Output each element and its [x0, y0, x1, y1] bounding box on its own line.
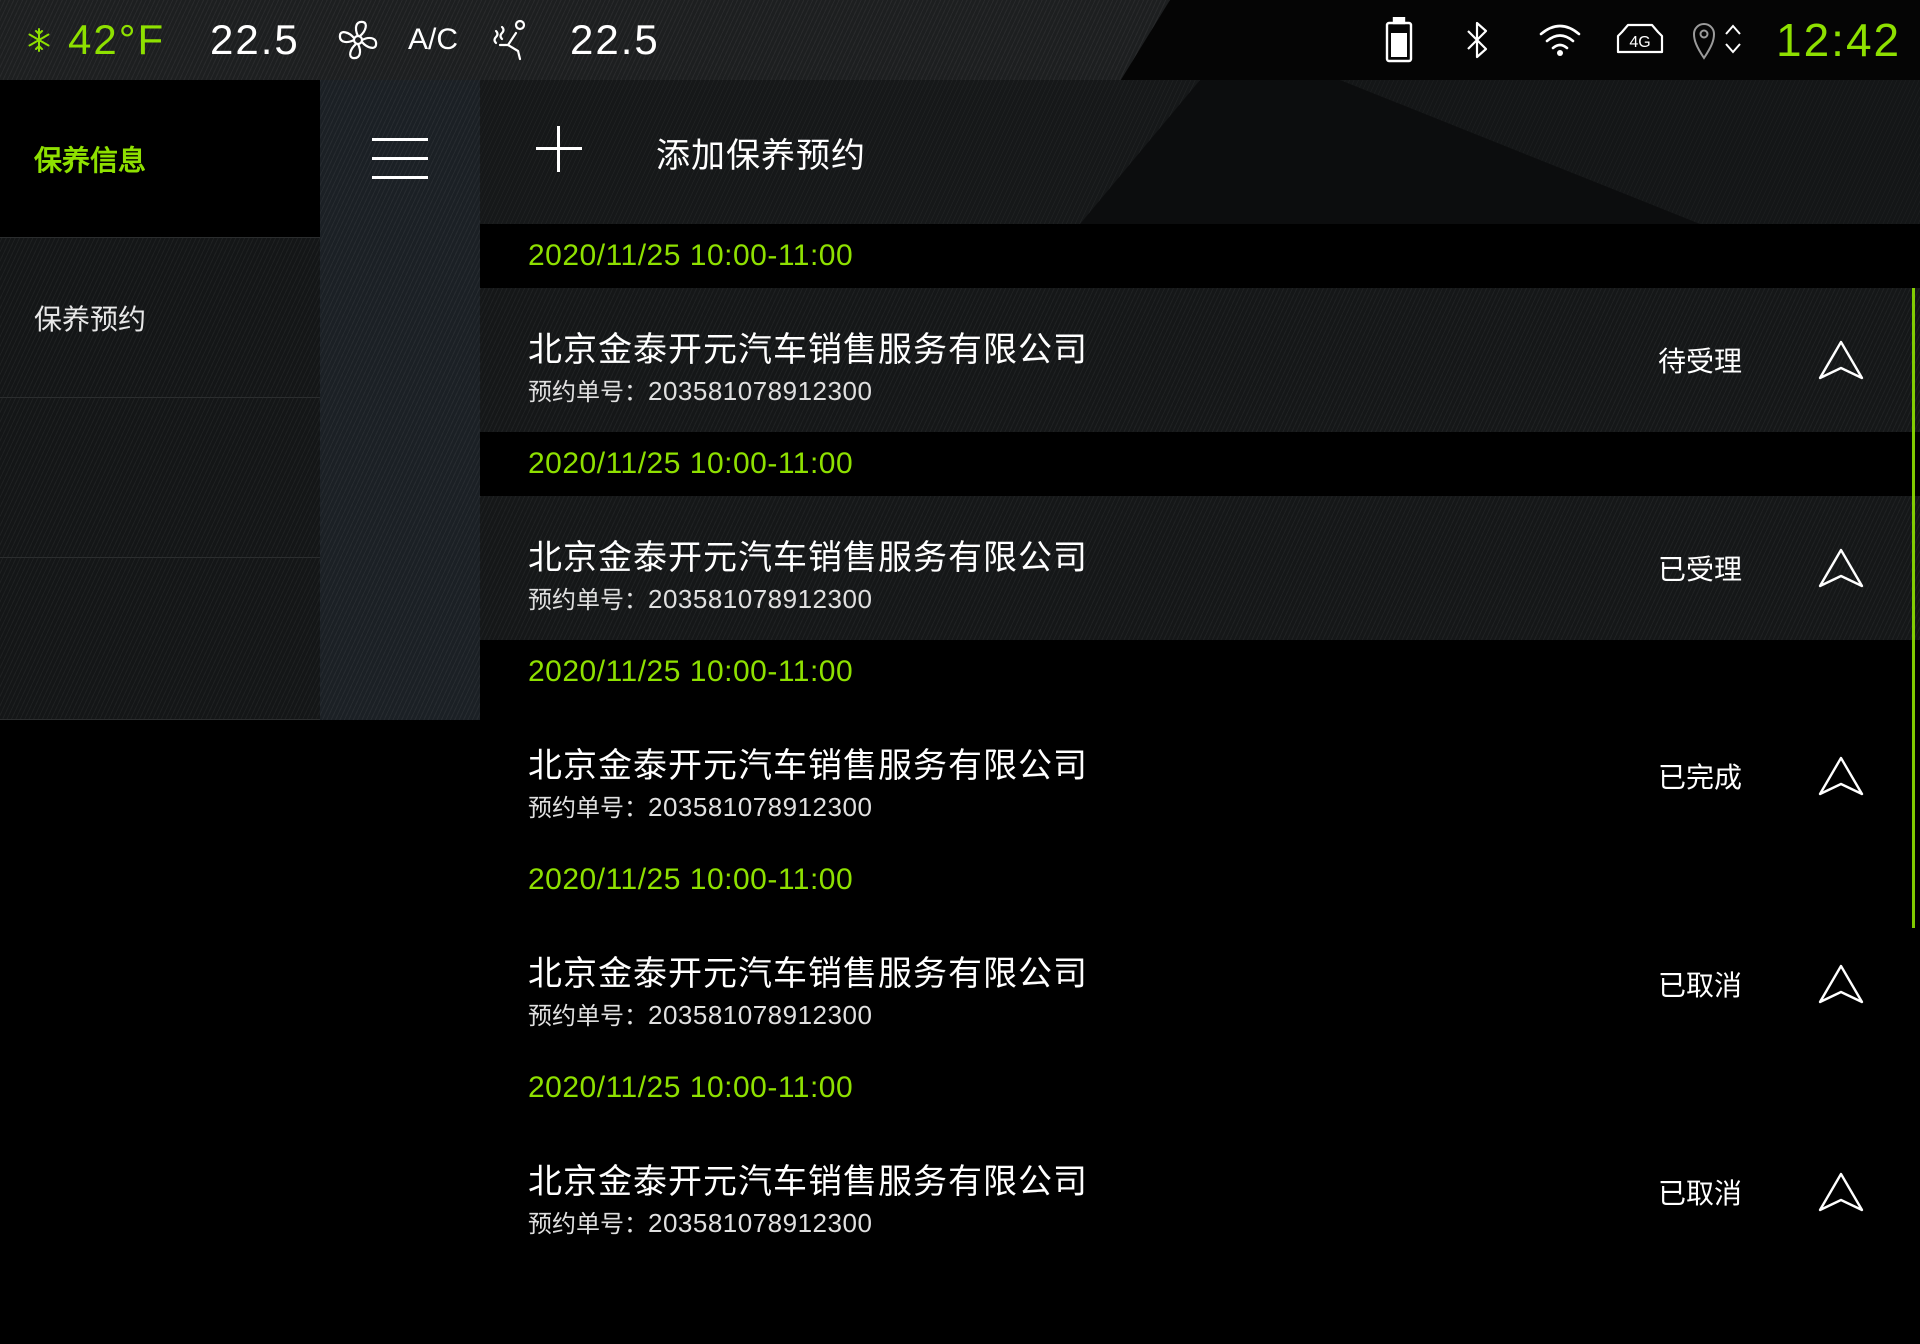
seat-heating-icon[interactable]: [490, 0, 536, 80]
left-zone-temperature[interactable]: 22.5: [210, 0, 300, 80]
network-4g-icon: 4G: [1614, 0, 1666, 80]
ac-button[interactable]: A/C: [408, 0, 458, 80]
booking-date-row: 2020/11/25 10:00-11:00: [480, 224, 1920, 288]
network-label: 4G: [1629, 34, 1650, 51]
order-number-value: 203581078912300: [648, 792, 873, 822]
order-number-value: 203581078912300: [648, 1208, 873, 1238]
menu-item-empty: [0, 558, 320, 720]
company-name: 北京金泰开元汽车销售服务有限公司: [528, 330, 1088, 370]
booking-date: 2020/11/25 10:00-11:00: [528, 863, 854, 896]
fan-icon[interactable]: [336, 0, 380, 80]
menu-item-label: 保养信息: [34, 143, 147, 177]
bluetooth-icon: [1462, 0, 1492, 80]
right-zone-temperature[interactable]: 22.5: [570, 0, 660, 80]
company-name: 北京金泰开元汽车销售服务有限公司: [528, 1162, 1088, 1202]
order-number-value: 203581078912300: [648, 584, 873, 614]
booking-date: 2020/11/25 10:00-11:00: [528, 1071, 854, 1104]
order-number: 预约单号：203581078912300: [528, 788, 872, 823]
company-name: 北京金泰开元汽车销售服务有限公司: [528, 954, 1088, 994]
booking-card[interactable]: 北京金泰开元汽车销售服务有限公司 预约单号：203581078912300 已取…: [480, 1120, 1920, 1264]
status-badge: 待受理: [1658, 345, 1743, 378]
booking-date: 2020/11/25 10:00-11:00: [528, 655, 854, 688]
order-number: 预约单号：203581078912300: [528, 1204, 872, 1239]
order-prefix: 预约单号：: [528, 586, 648, 614]
order-number: 预约单号：203581078912300: [528, 372, 872, 407]
booking-card[interactable]: 北京金泰开元汽车销售服务有限公司 预约单号：203581078912300 已完…: [480, 704, 1920, 848]
booking-date-row: 2020/11/25 10:00-11:00: [480, 640, 1920, 704]
order-number-value: 203581078912300: [648, 376, 873, 406]
booking-date-row: 2020/11/25 10:00-11:00: [480, 432, 1920, 496]
hamburger-menu-icon[interactable]: [372, 136, 428, 182]
status-badge: 已取消: [1658, 969, 1743, 1002]
booking-date-row: 2020/11/25 10:00-11:00: [480, 1056, 1920, 1120]
snowflake-icon: [26, 0, 52, 80]
add-icon[interactable]: [536, 126, 582, 172]
booking-card[interactable]: 北京金泰开元汽车销售服务有限公司 预约单号：203581078912300 已受…: [480, 496, 1920, 640]
order-prefix: 预约单号：: [528, 1002, 648, 1030]
list-scrollbar[interactable]: [1912, 288, 1915, 928]
status-badge: 已完成: [1658, 761, 1743, 794]
booking-date: 2020/11/25 10:00-11:00: [528, 239, 854, 272]
status-badge: 已受理: [1658, 553, 1743, 586]
collapse-chevron-icon[interactable]: [1816, 546, 1866, 590]
booking-date: 2020/11/25 10:00-11:00: [528, 447, 854, 480]
status-badge: 已取消: [1658, 1177, 1743, 1210]
menu-item-maintenance-booking[interactable]: 保养预约: [0, 238, 320, 398]
add-maintenance-booking-button[interactable]: 添加保养预约: [656, 128, 866, 177]
collapse-chevron-icon[interactable]: [1816, 754, 1866, 798]
location-icon: [1690, 0, 1754, 80]
collapse-chevron-icon[interactable]: [1816, 338, 1866, 382]
left-menu: 保养信息 保养预约: [0, 80, 320, 720]
battery-icon: [1384, 0, 1414, 80]
order-number: 预约单号：203581078912300: [528, 580, 872, 615]
outside-temperature: 42°F: [68, 16, 166, 63]
order-number-value: 203581078912300: [648, 1000, 873, 1030]
collapse-chevron-icon[interactable]: [1816, 962, 1866, 1006]
menu-item-maintenance-info[interactable]: 保养信息: [0, 80, 320, 238]
status-bar: 42°F 22.5 A/C 22.5 4G 12:42: [0, 0, 1920, 80]
booking-date-row: 2020/11/25 10:00-11:00: [480, 848, 1920, 912]
company-name: 北京金泰开元汽车销售服务有限公司: [528, 746, 1088, 786]
collapse-chevron-icon[interactable]: [1816, 1170, 1866, 1214]
clock: 12:42: [1776, 14, 1902, 66]
order-number: 预约单号：203581078912300: [528, 996, 872, 1031]
menu-item-label: 保养预约: [34, 302, 147, 336]
booking-card[interactable]: 北京金泰开元汽车销售服务有限公司 预约单号：203581078912300 已取…: [480, 912, 1920, 1056]
menu-item-empty: [0, 398, 320, 558]
company-name: 北京金泰开元汽车销售服务有限公司: [528, 538, 1088, 578]
wifi-icon: [1538, 0, 1582, 80]
order-prefix: 预约单号：: [528, 1210, 648, 1238]
order-prefix: 预约单号：: [528, 378, 648, 406]
maintenance-screen: 42°F 22.5 A/C 22.5 4G 12:42 保养信息 保养预约 添加…: [0, 0, 1920, 1344]
order-prefix: 预约单号：: [528, 794, 648, 822]
booking-card[interactable]: 北京金泰开元汽车销售服务有限公司 预约单号：203581078912300 待受…: [480, 288, 1920, 432]
